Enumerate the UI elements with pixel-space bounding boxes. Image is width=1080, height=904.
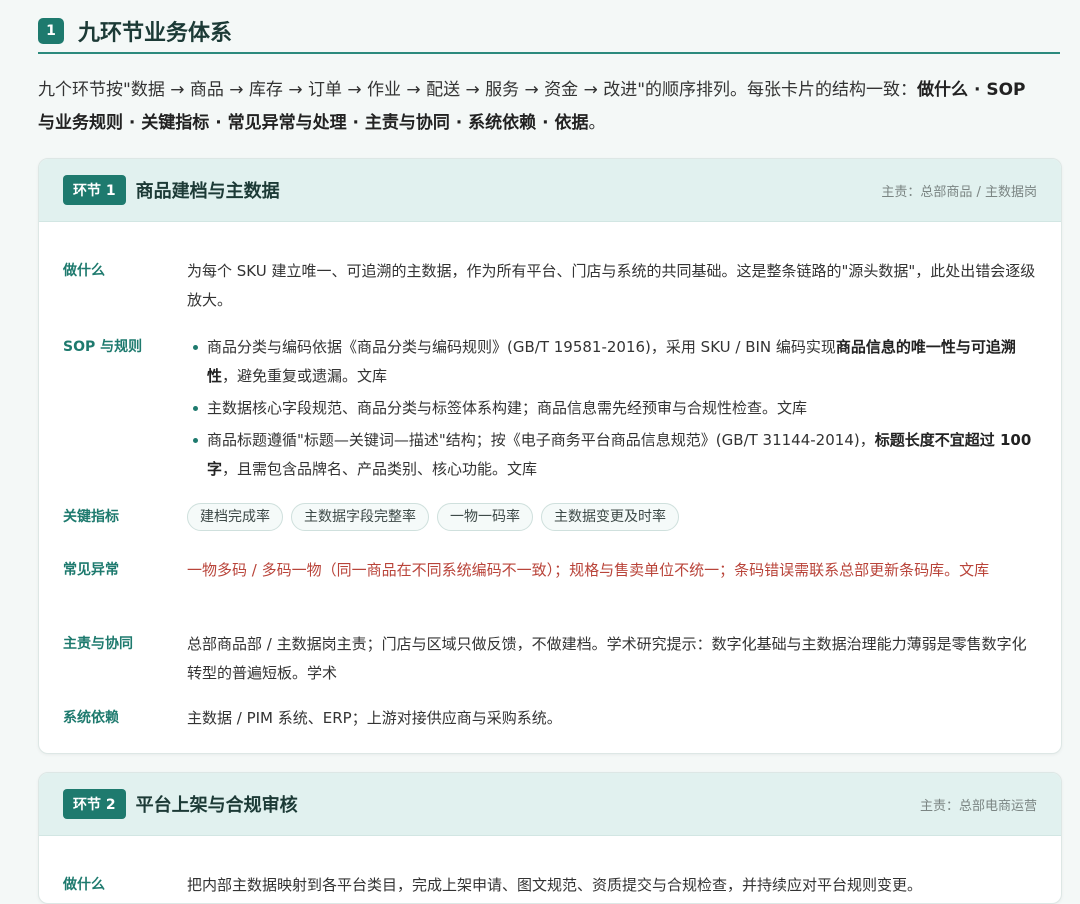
row-content-what: 把内部主数据映射到各平台类目，完成上架申请、图文规范、资质提交与合规检查，并持续… <box>187 876 923 894</box>
kpi-chips: 建档完成率 主数据字段完整率 一物一码率 主数据变更及时率 <box>187 503 1037 531</box>
page: 1 九环节业务体系 九个环节按"数据 → 商品 → 库存 → 订单 → 作业 →… <box>0 0 1080 904</box>
row-label-what: 做什么 <box>63 877 105 893</box>
row-label-what: 做什么 <box>63 263 105 279</box>
section-intro: 九个环节按"数据 → 商品 → 库存 → 订单 → 作业 → 配送 → 服务 →… <box>38 74 1048 140</box>
stage-badge: 环节 1 <box>63 175 126 205</box>
owner-label: 主责：总部电商运营 <box>919 798 1037 814</box>
card-title: 平台上架与合规审核 <box>135 795 298 816</box>
intro-text: 九个环节按"数据 → 商品 → 库存 → 订单 → 作业 → 配送 → 服务 →… <box>38 80 918 100</box>
section-header: 1 九环节业务体系 <box>38 10 1060 52</box>
row-label-sop: SOP 与规则 <box>63 339 143 355</box>
row-content-exceptions: 一物多码 / 多码一物（同一商品在不同系统编码不一致）；规格与售卖单位不统一；条… <box>187 561 990 579</box>
card-header: 环节 2 平台上架与合规审核 主责：总部电商运营 <box>39 773 1061 836</box>
row-content-what: 为每个 SKU 建立唯一、可追溯的主数据，作为所有平台、门店与系统的共同基础。这… <box>187 262 1036 309</box>
list-item: 商品标题遵循"标题—关键词—描述"结构；按《电子商务平台商品信息规范》(GB/T… <box>187 426 1043 484</box>
section-title: 九环节业务体系 <box>78 21 233 46</box>
owner-label: 主责：总部商品 / 主数据岗 <box>881 184 1037 200</box>
card-title: 商品建档与主数据 <box>135 181 280 202</box>
sop-list: 商品分类与编码依据《商品分类与编码规则》(GB/T 19581-2016)，采用… <box>187 333 1043 484</box>
kpi-chip: 主数据字段完整率 <box>291 503 429 531</box>
list-item: 商品分类与编码依据《商品分类与编码规则》(GB/T 19581-2016)，采用… <box>187 333 1043 391</box>
intro-end: 。 <box>588 113 606 133</box>
section-divider <box>38 52 1060 54</box>
card-header: 环节 1 商品建档与主数据 主责：总部商品 / 主数据岗 <box>39 159 1061 222</box>
row-label-kpi: 关键指标 <box>63 509 119 525</box>
row-content-owner: 总部商品部 / 主数据岗主责；门店与区域只做反馈，不做建档。学术研究提示：数字化… <box>187 635 1027 682</box>
stage-badge: 环节 2 <box>63 789 126 819</box>
kpi-chip: 建档完成率 <box>187 503 283 531</box>
kpi-chip: 主数据变更及时率 <box>541 503 679 531</box>
row-label-owner: 主责与协同 <box>63 636 133 652</box>
stage-card-2: 环节 2 平台上架与合规审核 主责：总部电商运营 做什么 把内部主数据映射到各平… <box>38 772 1062 904</box>
section-number-badge: 1 <box>38 18 64 44</box>
row-label-systems: 系统依赖 <box>63 710 119 726</box>
list-item: 主数据核心字段规范、商品分类与标签体系构建；商品信息需先经预审与合规性检查。文库 <box>187 394 1043 423</box>
kpi-chip: 一物一码率 <box>437 503 533 531</box>
stage-card-1: 环节 1 商品建档与主数据 主责：总部商品 / 主数据岗 做什么 为每个 SKU… <box>38 158 1062 754</box>
row-content-systems: 主数据 / PIM 系统、ERP；上游对接供应商与采购系统。 <box>187 709 562 727</box>
row-label-exceptions: 常见异常 <box>63 562 119 578</box>
